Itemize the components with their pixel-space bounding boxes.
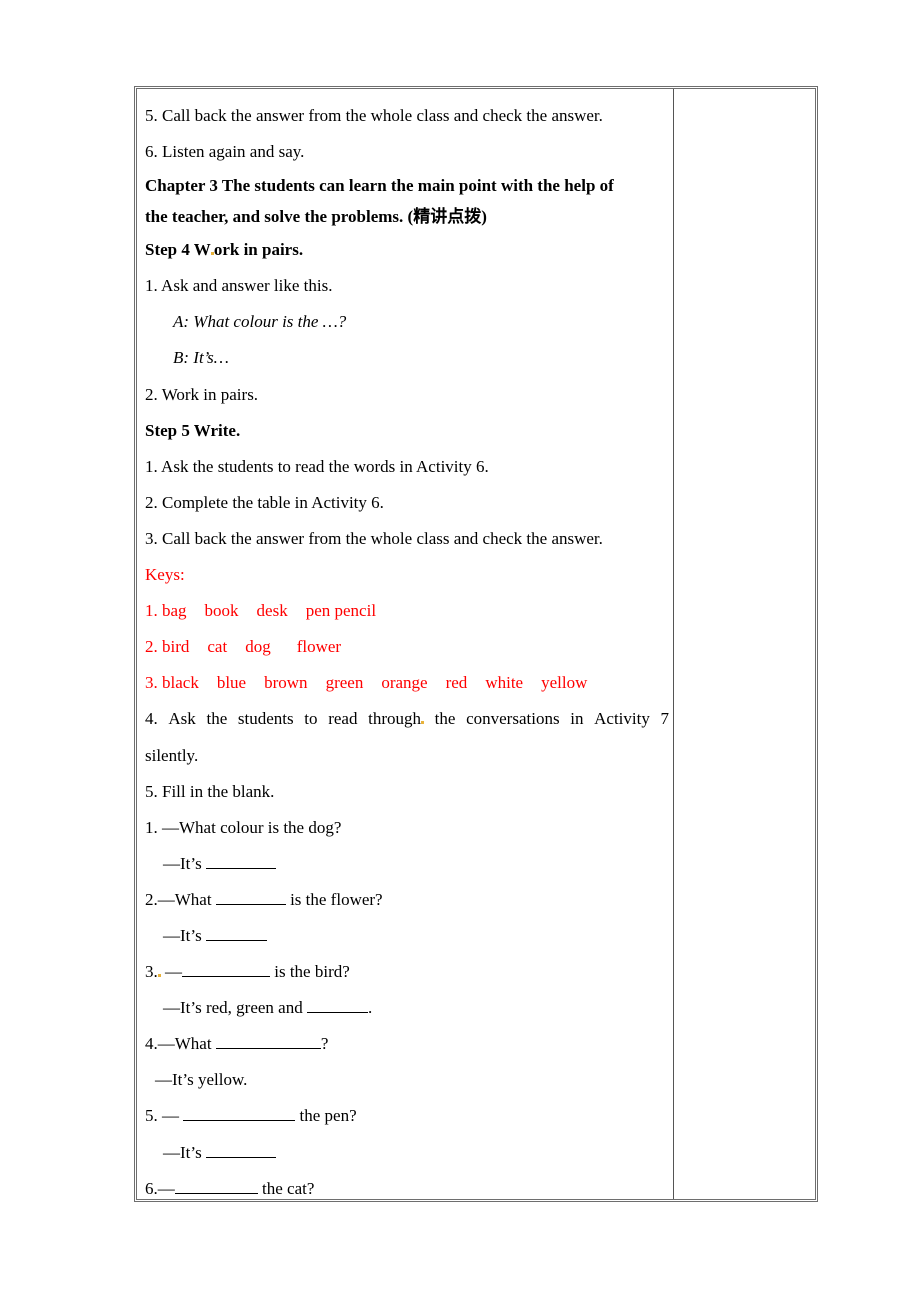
exercise-answer: —It’s — [145, 1135, 669, 1171]
step-item: 1. Ask and answer like this. — [145, 276, 333, 296]
question-suffix: is the bird? — [274, 962, 350, 982]
answer-prefix: —It’s red, green and — [163, 998, 303, 1018]
word-with-marker: through — [368, 701, 424, 737]
key-word: flower — [296, 637, 342, 657]
question-prefix: 6.— — [145, 1178, 175, 1198]
key-word: 3. black — [145, 673, 199, 693]
fill-blank[interactable] — [183, 1106, 296, 1122]
step-item: 1. Ask the students to read the words in… — [145, 456, 489, 476]
fill-blank[interactable] — [205, 854, 276, 869]
fill-blank[interactable] — [174, 1179, 258, 1194]
word: Ask — [168, 709, 196, 729]
key-word: red — [445, 673, 468, 693]
key-word: orange — [381, 673, 428, 693]
main-column: 5. Call back the answer from the whole c… — [137, 89, 674, 1199]
keys-row: 3. black blue brown green orange red white yell… — [145, 665, 669, 701]
question-suffix: ? — [320, 1034, 329, 1054]
question-prefix: 4.—What — [145, 1034, 212, 1054]
key-word: 1. bag — [145, 601, 187, 621]
step-item: 6. Listen again and say. — [145, 142, 305, 162]
step-item: 5. Fill in the blank. — [145, 781, 275, 801]
word: read — [328, 709, 358, 729]
exercise-question: 4.—What ? — [145, 1026, 669, 1062]
fill-blank[interactable] — [215, 890, 286, 905]
word: 7 — [660, 709, 670, 729]
step-item: 3. Call back the answer from the whole c… — [145, 528, 603, 548]
question-suffix: is the flower? — [290, 889, 383, 909]
step-item: 2. Complete the table in Activity 6. — [145, 492, 384, 512]
answer-suffix: . — [367, 998, 373, 1018]
word: to — [304, 709, 318, 729]
keys-row: 1. bag book desk pen pencil — [145, 593, 669, 629]
dialogue-line: B: It’s… — [173, 348, 229, 368]
word: the — [206, 709, 228, 729]
exercise-answer: —It’s yellow. — [155, 1070, 248, 1090]
key-word: green — [325, 673, 364, 693]
fill-blank[interactable] — [182, 962, 270, 978]
edit-marker — [421, 721, 424, 725]
word: students — [237, 709, 294, 729]
keys-row: 2. bird cat dog flower — [145, 629, 669, 665]
word: conversations — [466, 709, 560, 729]
key-word: yellow — [541, 673, 588, 693]
word: Activity — [594, 709, 650, 729]
step-heading-part2: ork in pairs. — [213, 240, 304, 260]
exercise-answer: —It’s — [145, 846, 669, 882]
exercise-question: 6.— the cat? — [145, 1171, 669, 1207]
exercise-answer: —It’s — [145, 918, 669, 954]
question-prefix: 3. — [145, 962, 158, 982]
fill-blank[interactable] — [306, 998, 368, 1014]
notes-column — [674, 89, 815, 1199]
step-item: 5. Call back the answer from the whole c… — [145, 106, 603, 125]
key-word: cat — [207, 637, 228, 657]
step-heading: Step 4 Work in pairs. — [145, 232, 669, 268]
key-word: desk — [256, 601, 288, 621]
step-heading-part1: Step 4 W — [145, 240, 211, 260]
key-word: dog — [245, 637, 271, 657]
fill-blank[interactable] — [205, 1143, 276, 1158]
answer-prefix: —It’s — [163, 853, 202, 873]
fill-blank[interactable] — [215, 1034, 321, 1050]
chapter-heading-line1: Chapter 3 The students can learn the mai… — [145, 176, 614, 196]
lesson-plan-table: 5. Call back the answer from the whole c… — [134, 86, 818, 1202]
chapter-heading-line2: the teacher, and solve the problems. (精讲… — [145, 207, 487, 227]
dash: — — [165, 962, 182, 982]
edit-marker — [157, 974, 161, 978]
word: 4. — [145, 709, 158, 729]
fill-blank[interactable] — [205, 926, 267, 941]
key-word: brown — [264, 673, 308, 693]
key-word: 2. bird — [145, 637, 190, 657]
keys-label: Keys: — [145, 565, 185, 585]
key-word: pen pencil — [305, 601, 377, 621]
answer-prefix: —It’s — [163, 925, 202, 945]
exercise-question: 5. — the pen? — [145, 1098, 669, 1134]
exercise-question: 3. — is the bird? — [145, 954, 669, 990]
word: through — [368, 709, 421, 729]
key-word: blue — [216, 673, 247, 693]
key-word: white — [485, 673, 524, 693]
question-prefix: 5. — — [145, 1106, 179, 1126]
exercise-question: 2.—What is the flower? — [145, 882, 669, 918]
exercise-answer: —It’s red, green and . — [145, 990, 669, 1026]
word: the — [434, 709, 456, 729]
dialogue-line: A: What colour is the …? — [173, 312, 347, 332]
question-suffix: the cat? — [262, 1178, 315, 1198]
step-item: 2. Work in pairs. — [145, 384, 259, 404]
step-item-continuation: silently. — [145, 745, 199, 765]
step-heading: Step 5 Write. — [145, 420, 241, 440]
lesson-content: 5. Call back the answer from the whole c… — [145, 98, 669, 1207]
word: in — [570, 709, 584, 729]
answer-prefix: —It’s — [163, 1142, 202, 1162]
question-suffix: the pen? — [299, 1106, 357, 1126]
question-prefix: 2.—What — [145, 889, 212, 909]
step-item-justified: 4. Ask the students to read through the … — [145, 701, 669, 737]
key-word: book — [204, 601, 239, 621]
exercise-question: 1. —What colour is the dog? — [145, 817, 342, 837]
